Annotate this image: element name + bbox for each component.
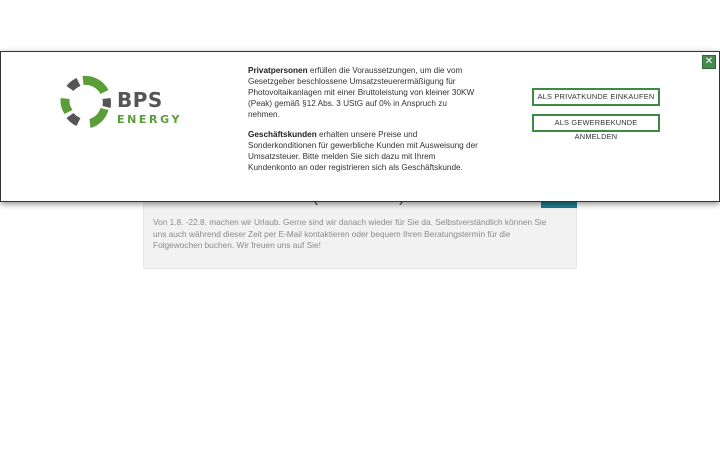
business-customer-paragraph: Geschäftskunden erhalten unsere Preise u… <box>248 129 478 173</box>
private-customer-label: Privatpersonen <box>248 66 308 75</box>
customer-type-modal: BPS ENERGY Privatpersonen erfüllen die V… <box>0 51 720 202</box>
private-customer-button[interactable]: ALS PRIVATKUNDE EINKAUFEN <box>532 88 660 106</box>
bps-logo-mark-icon <box>60 75 112 128</box>
notice-text: Von 1.8. -22.8. machen wir Urlaub. Gerne… <box>153 217 547 250</box>
private-customer-paragraph: Privatpersonen erfüllen die Voraussetzun… <box>248 65 478 120</box>
business-customer-label: Geschäftskunden <box>248 130 317 139</box>
logo-subbrand-text: ENERGY <box>117 113 183 126</box>
close-icon[interactable]: ✕ <box>702 55 716 69</box>
bps-energy-logo: BPS ENERGY <box>59 73 189 135</box>
customer-info-text: Privatpersonen erfüllen die Voraussetzun… <box>248 65 478 182</box>
logo-brand-text: BPS <box>117 88 163 112</box>
business-customer-button[interactable]: ALS GEWERBEKUNDE ANMELDEN <box>532 114 660 141</box>
